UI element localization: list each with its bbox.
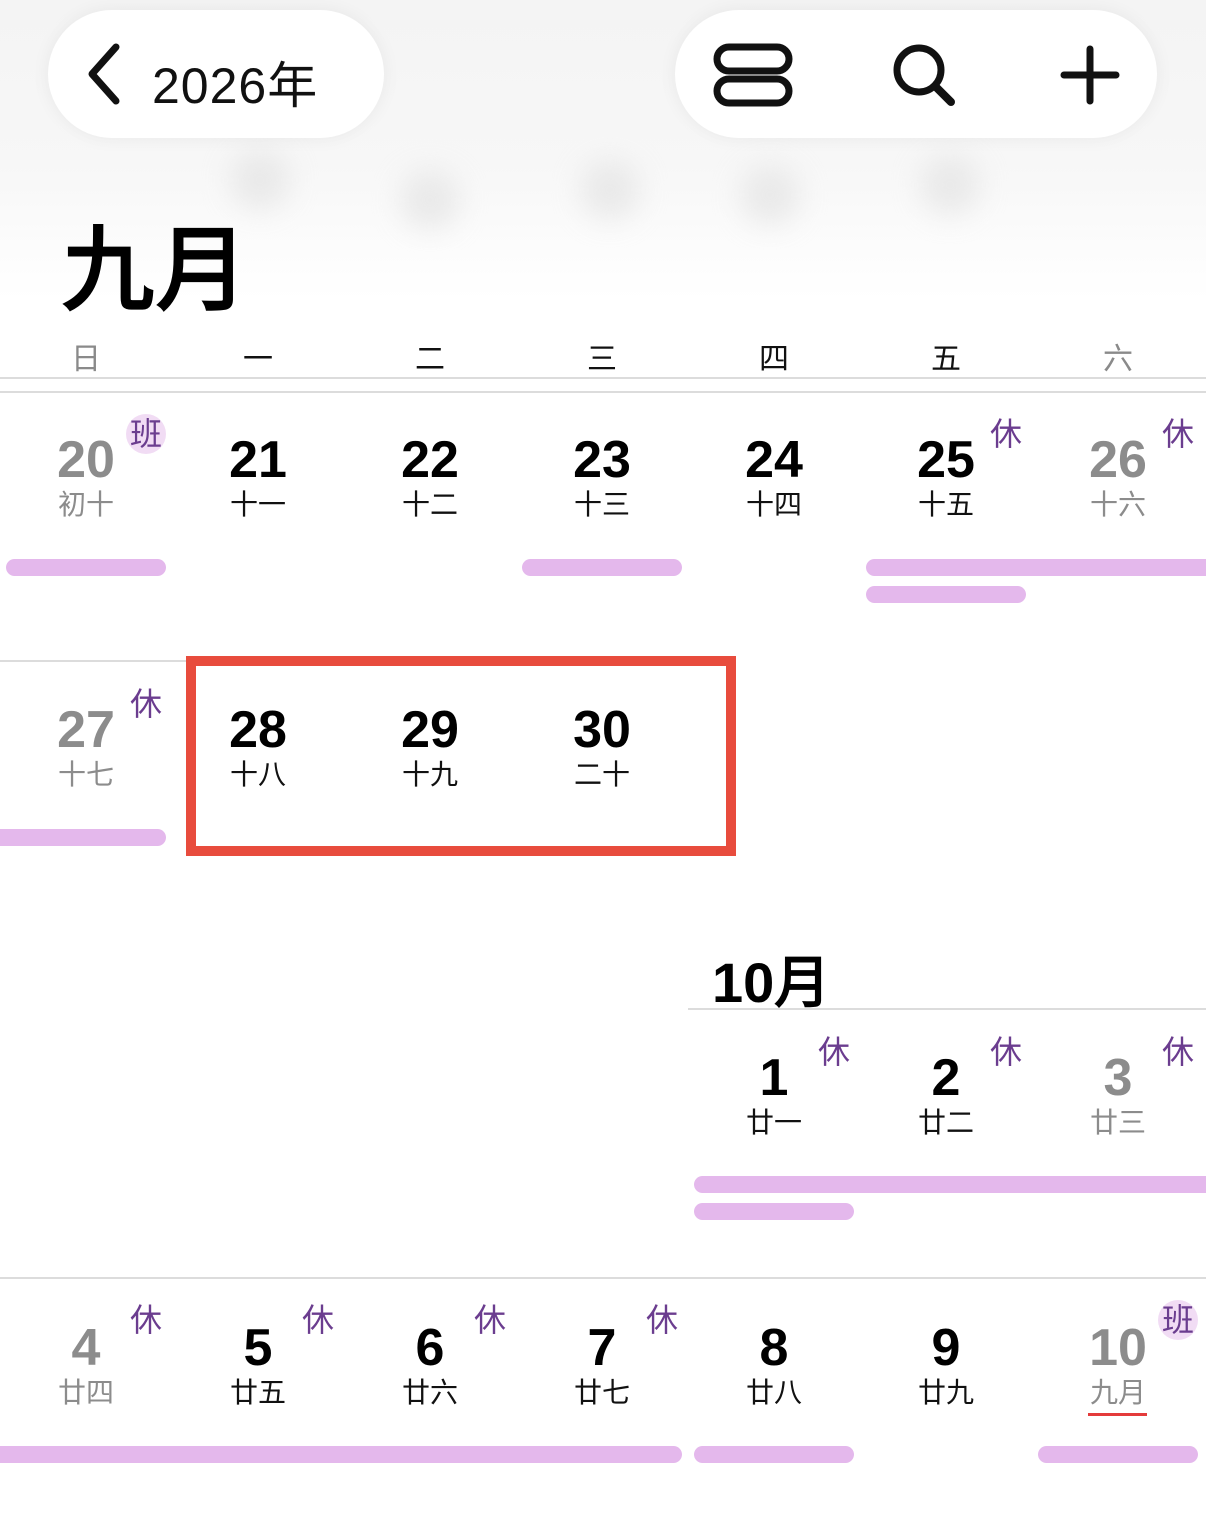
workday-badge: 班	[1158, 1300, 1198, 1340]
holiday-badge: 休	[129, 686, 162, 722]
lunar-date: 十二	[401, 489, 458, 520]
lunar-date: 廿一	[745, 1107, 802, 1138]
october-title: 10月	[712, 951, 831, 1014]
day-cell[interactable]: 24 十四	[688, 434, 860, 522]
day-number: 23	[573, 431, 631, 489]
blurred-background-decoration	[740, 165, 800, 225]
event-bar[interactable]	[866, 559, 1206, 576]
event-bar[interactable]	[0, 1446, 682, 1463]
workday-badge: 班	[126, 414, 166, 454]
holiday-badge: 休	[989, 416, 1022, 452]
holiday-badge: 休	[473, 1302, 506, 1338]
lunar-date: 九月	[1089, 1377, 1146, 1408]
lunar-date: 十一	[229, 489, 286, 520]
weekday-mon: 一	[243, 343, 273, 376]
lunar-date: 初十	[57, 489, 114, 520]
event-bar[interactable]	[694, 1176, 1206, 1193]
month-start-underline	[1088, 1413, 1147, 1416]
weekday-tue: 二	[415, 343, 445, 376]
blurred-background-decoration	[580, 160, 640, 220]
lunar-date: 十三	[573, 489, 630, 520]
lunar-date: 廿七	[573, 1377, 630, 1408]
blurred-background-decoration	[400, 170, 460, 230]
weekday-wed: 三	[587, 343, 617, 376]
day-cell[interactable]: 9 廿九	[860, 1322, 1032, 1410]
chevron-left-icon[interactable]	[78, 40, 130, 108]
lunar-date: 廿三	[1089, 1107, 1146, 1138]
event-bar[interactable]	[694, 1446, 854, 1463]
lunar-date: 十七	[57, 759, 114, 790]
divider	[688, 1008, 1206, 1010]
holiday-badge: 休	[1161, 416, 1194, 452]
day-number: 21	[229, 431, 287, 489]
weekday-fri: 五	[931, 343, 961, 376]
event-bar[interactable]	[6, 559, 166, 576]
weekday-thu: 四	[759, 343, 789, 376]
event-bar[interactable]	[694, 1203, 854, 1220]
search-icon[interactable]	[889, 40, 959, 110]
day-number: 9	[931, 1319, 961, 1377]
divider	[0, 660, 186, 662]
lunar-date: 十六	[1089, 489, 1146, 520]
blurred-background-decoration	[920, 155, 980, 215]
day-number: 24	[745, 431, 803, 489]
lunar-date: 廿五	[229, 1377, 286, 1408]
lunar-date: 廿六	[401, 1377, 458, 1408]
toolbar	[675, 10, 1157, 138]
day-number: 8	[759, 1319, 789, 1377]
holiday-badge: 休	[817, 1034, 850, 1070]
weekday-sun: 日	[71, 343, 101, 376]
back-year-button[interactable]: 2026年	[48, 10, 384, 138]
day-cell[interactable]: 21 十一	[172, 434, 344, 522]
event-bar[interactable]	[1038, 1446, 1198, 1463]
day-cell[interactable]: 8 廿八	[688, 1322, 860, 1410]
holiday-badge: 休	[989, 1034, 1022, 1070]
divider	[0, 391, 1206, 393]
divider	[0, 377, 1206, 379]
lunar-date: 十四	[745, 489, 802, 520]
month-title: 九月	[62, 220, 251, 322]
holiday-badge: 休	[1161, 1034, 1194, 1070]
divider	[0, 1277, 1206, 1279]
day-cell[interactable]: 23 十三	[516, 434, 688, 522]
event-bar[interactable]	[866, 586, 1026, 603]
event-bar[interactable]	[522, 559, 682, 576]
lunar-date: 廿四	[57, 1377, 114, 1408]
holiday-badge: 休	[645, 1302, 678, 1338]
year-label[interactable]: 2026年	[152, 46, 318, 118]
lunar-date: 廿二	[917, 1107, 974, 1138]
lunar-date: 廿八	[745, 1377, 802, 1408]
plus-icon[interactable]	[1055, 40, 1125, 110]
holiday-badge: 休	[301, 1302, 334, 1338]
day-number: 22	[401, 431, 459, 489]
holiday-badge: 休	[129, 1302, 162, 1338]
lunar-date: 十五	[917, 489, 974, 520]
lunar-date: 廿九	[917, 1377, 974, 1408]
weekday-sat: 六	[1103, 343, 1133, 376]
highlight-box	[186, 656, 736, 856]
event-bar[interactable]	[0, 829, 166, 846]
view-list-icon[interactable]	[711, 40, 795, 110]
day-cell[interactable]: 22 十二	[344, 434, 516, 522]
